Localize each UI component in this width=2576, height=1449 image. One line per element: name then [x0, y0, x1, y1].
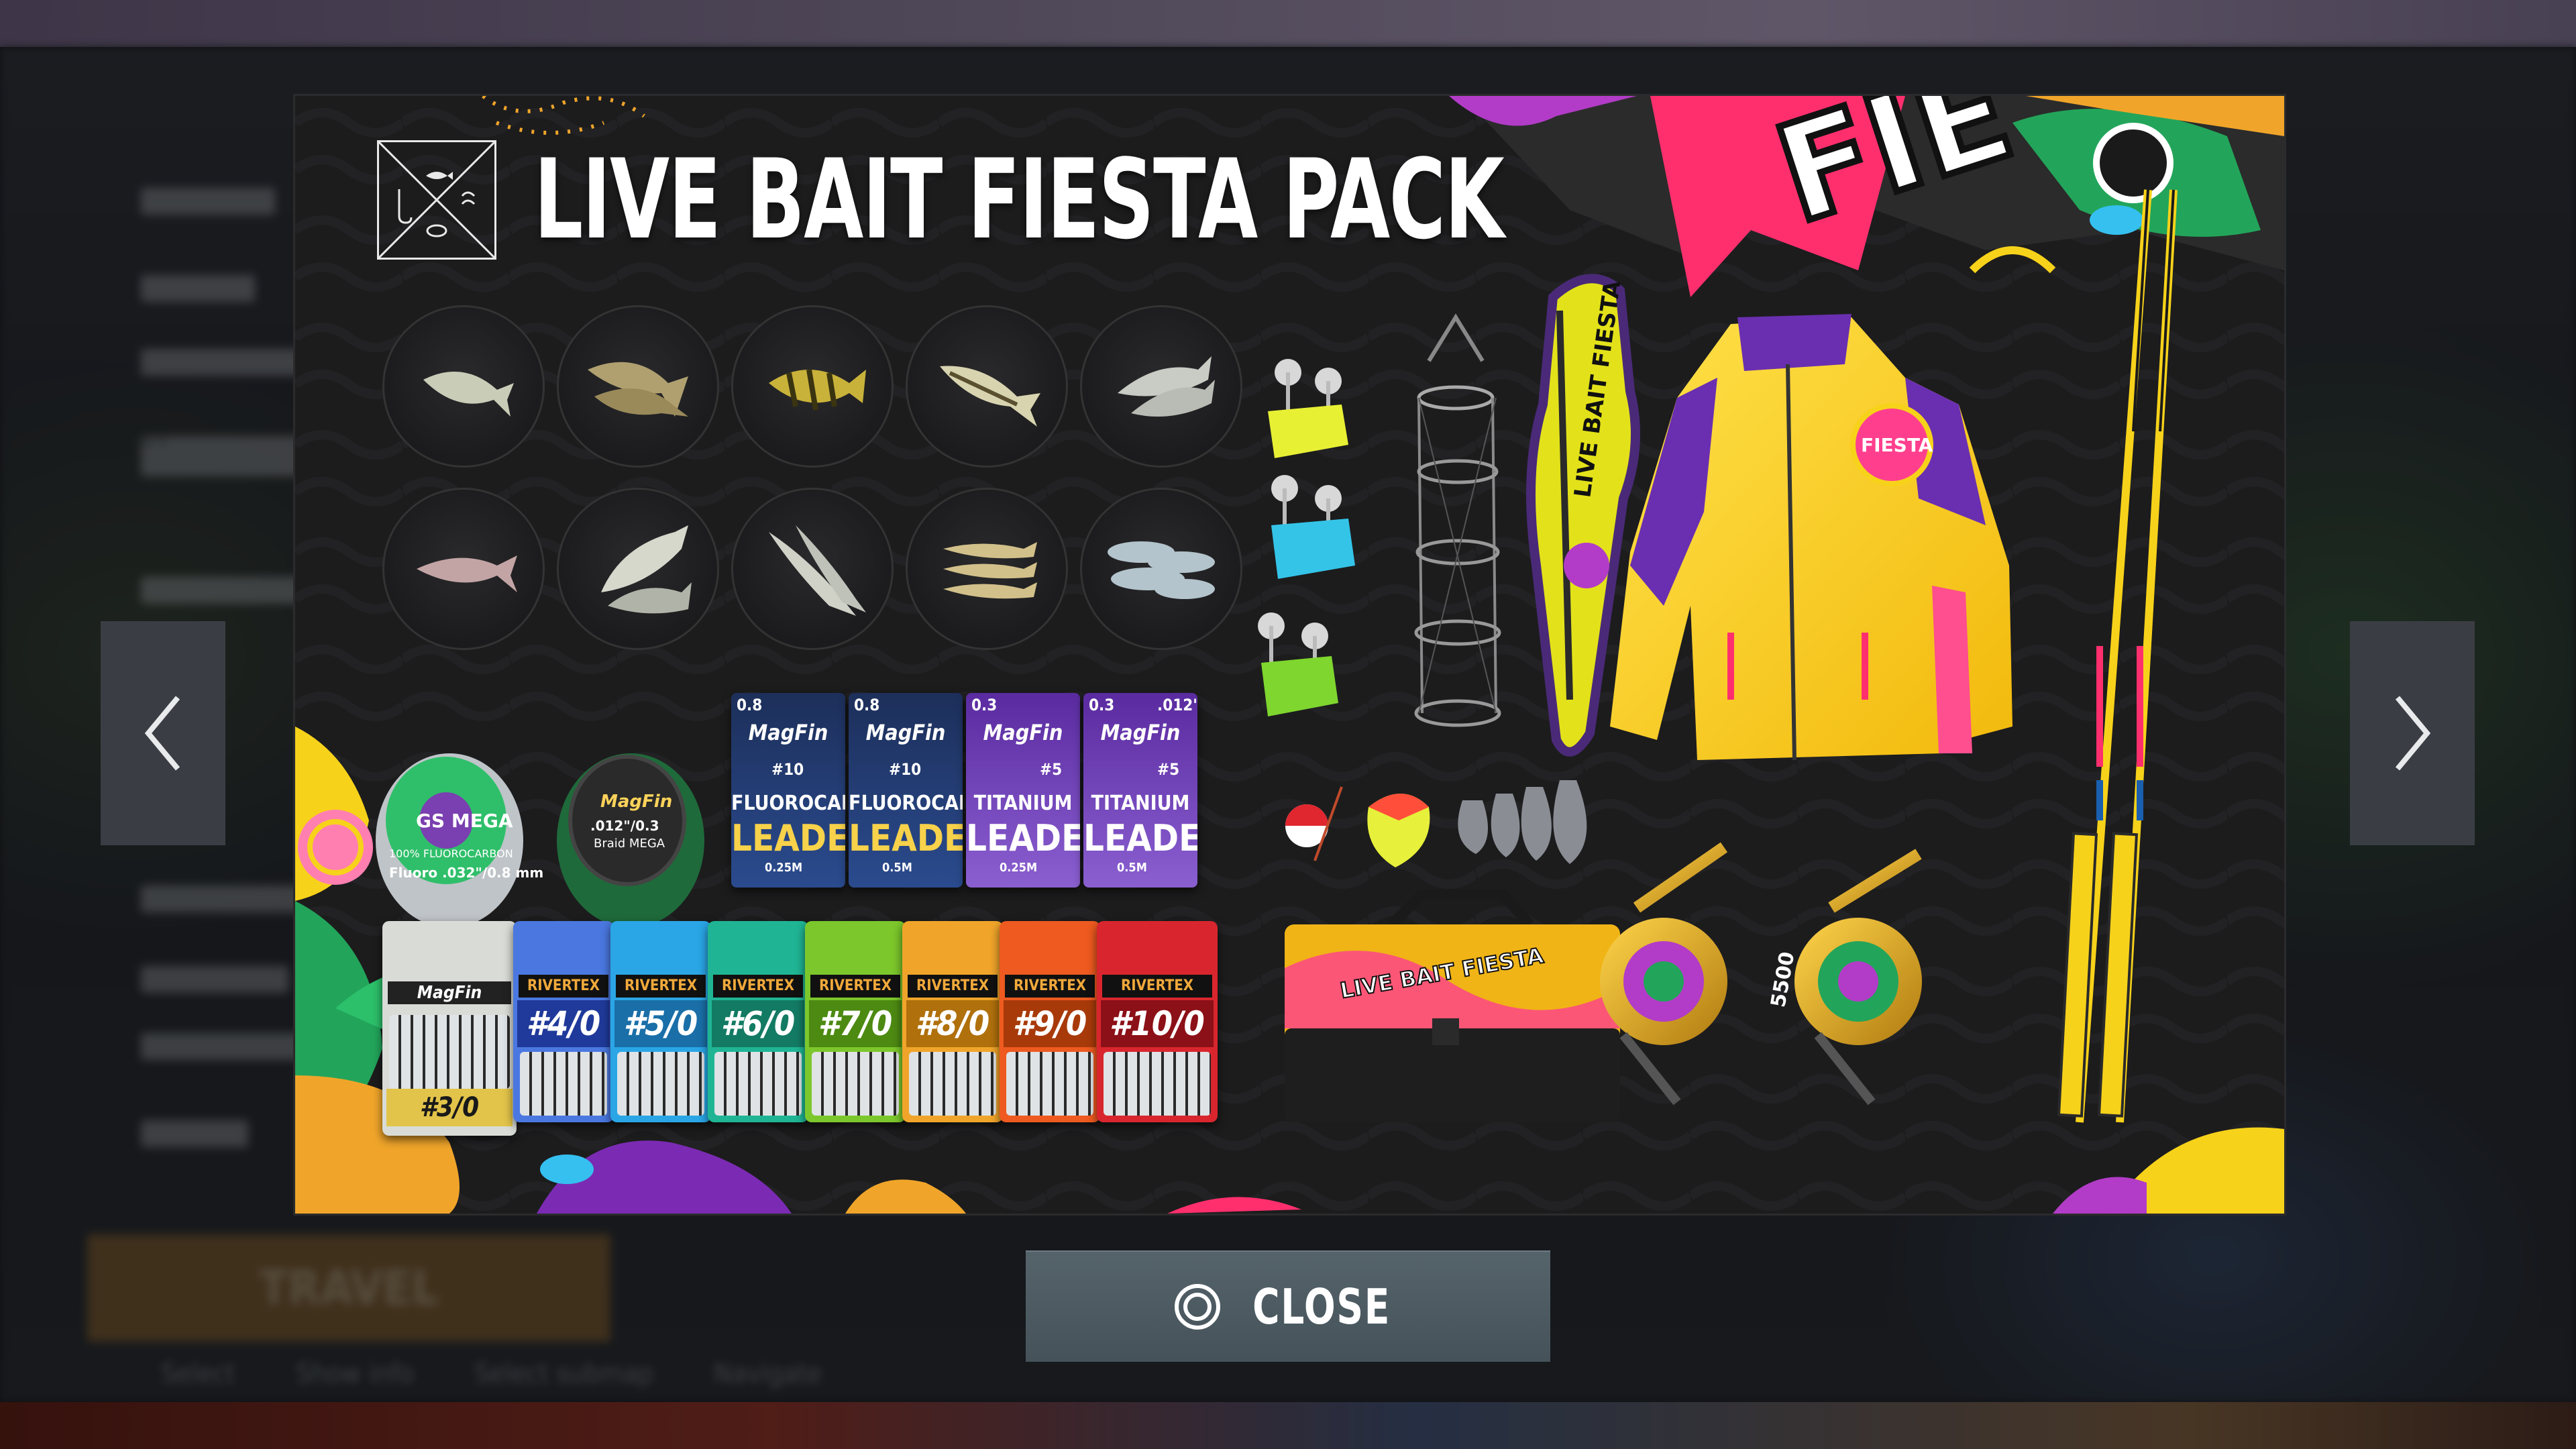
hook-pack: RIVERTEX #10/0 [1097, 921, 1218, 1122]
live-bait-fish-2 [557, 305, 719, 468]
circle-button-icon [1174, 1284, 1220, 1330]
leader-pack: 0.3 .012" MagFin #5 TITANIUM LEADER 0.5M [1083, 693, 1197, 888]
line-2-spec: .012"/0.3 [590, 818, 659, 834]
line-2-brand: MagFin [600, 792, 672, 812]
leader-pack: 0.8 MagFin #10 FLUOROCARBON LEADER 0.5M [849, 693, 963, 888]
live-bait-fish-3 [731, 305, 894, 468]
live-bait-fish-10 [1080, 488, 1242, 650]
next-button[interactable] [2350, 621, 2475, 845]
live-bait-fish-6 [382, 488, 545, 650]
hook-pack: RIVERTEX #7/0 [805, 921, 906, 1122]
close-button-label: CLOSE [1252, 1279, 1391, 1335]
tackle-box-icon: LIVE BAIT FIESTA [1285, 889, 1620, 1122]
live-bait-fish-9 [906, 488, 1068, 650]
hook-pack: RIVERTEX #5/0 [610, 921, 711, 1122]
live-bait-fish-7 [557, 488, 719, 650]
line-1-brand: GS MEGA [416, 810, 513, 832]
live-bait-fish-1 [382, 305, 545, 468]
pack-preview-card: FIE LIVE BAIT FIESTA FIESTA LIVE BAIT FI… [293, 94, 2286, 1216]
leader-pack: 0.3 MagFin #5 TITANIUM LEADER 0.25M [966, 693, 1080, 888]
hook-pack: RIVERTEX #8/0 [902, 921, 1003, 1122]
leader-pack: 0.8 MagFin #10 FLUOROCARBON LEADER 0.25M [731, 693, 845, 888]
hook-fish-emblem-icon [377, 140, 496, 260]
chevron-left-icon [144, 696, 180, 771]
live-bait-fish-4 [906, 305, 1068, 468]
line-1-type: 100% FLUOROCARBON [389, 847, 513, 860]
hook-pack: MagFin #3/0 [382, 921, 517, 1136]
hook-pack: RIVERTEX #9/0 [1000, 921, 1100, 1122]
hook-pack: RIVERTEX #4/0 [513, 921, 614, 1122]
chevron-right-icon [2395, 696, 2431, 771]
hook-pack: RIVERTEX #6/0 [708, 921, 808, 1122]
live-bait-fish-5 [1080, 305, 1242, 468]
line-2-type: Braid MEGA [594, 837, 665, 851]
line-1-spec: Fluoro .032"/0.8 mm [389, 865, 543, 881]
close-button[interactable]: CLOSE [1026, 1250, 1550, 1362]
previous-button[interactable] [101, 621, 225, 845]
pack-title: LIVE BAIT FIESTA PACK [534, 136, 1505, 264]
jacket-logo-text: FIESTA [1861, 434, 1933, 456]
live-bait-fish-8 [731, 488, 894, 650]
